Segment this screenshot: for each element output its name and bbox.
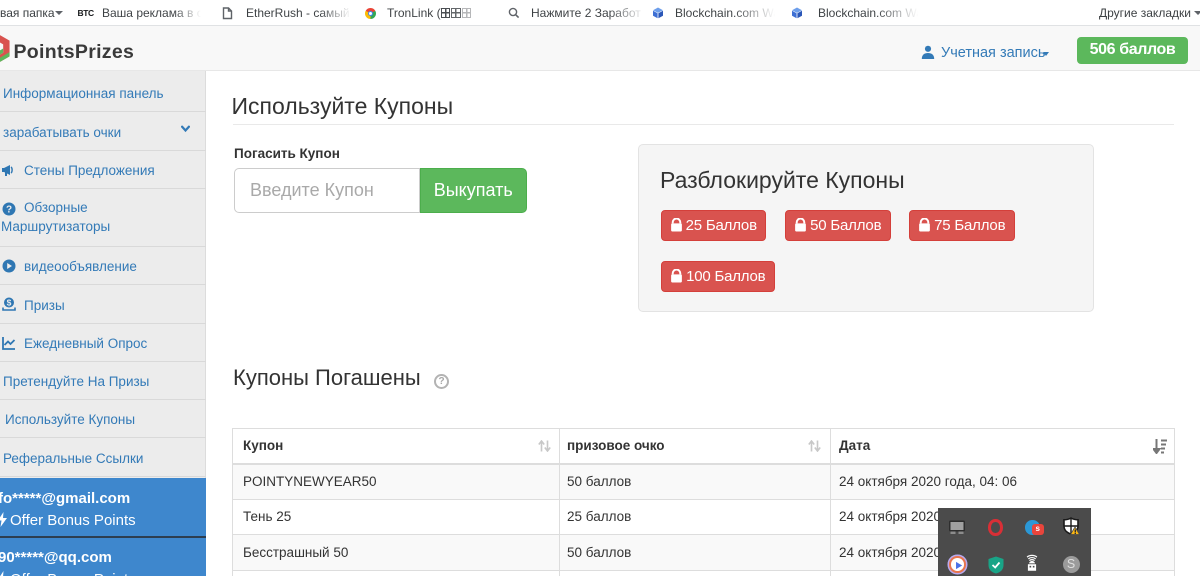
svg-text:$: $ [7, 298, 12, 308]
svg-text:?: ? [6, 204, 12, 215]
